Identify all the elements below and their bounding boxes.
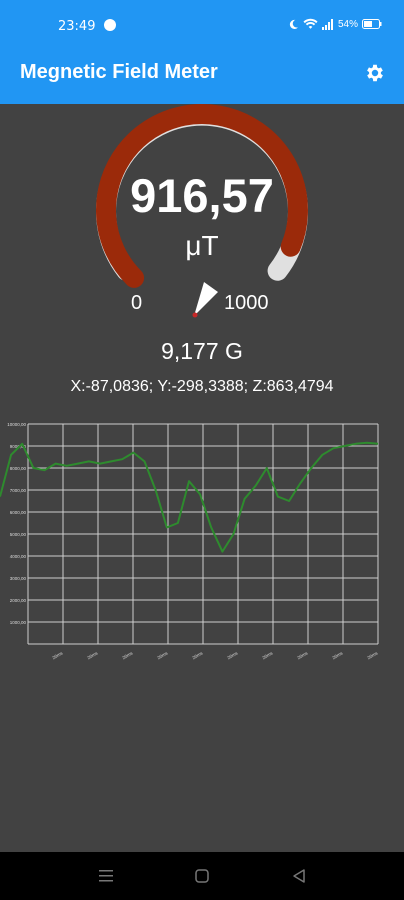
- x-tick-label: 20ms: [226, 650, 239, 660]
- gauss-value: 9,177 G: [161, 338, 243, 364]
- x-tick-label: 20ms: [156, 650, 169, 660]
- y-tick-label: 5000,00: [10, 532, 27, 537]
- home-icon[interactable]: [193, 868, 211, 884]
- y-tick-label: 7000,00: [10, 488, 27, 493]
- y-tick-label: 6000,00: [10, 510, 27, 515]
- x-tick-label: 20ms: [86, 650, 99, 660]
- y-tick-label: 1000,00: [10, 620, 27, 625]
- field-value: 916,57: [130, 169, 274, 222]
- app-title: Megnetic Field Meter: [20, 61, 218, 83]
- gauge-min-label: 0: [131, 292, 143, 314]
- back-icon[interactable]: [290, 868, 308, 884]
- y-tick-label: 4000,00: [10, 554, 27, 559]
- app-notification-icon: [104, 19, 116, 31]
- gauge-needle-tip: [192, 312, 198, 318]
- menu-icon[interactable]: [97, 868, 115, 884]
- field-history-chart: 10000,00 9000,00 8000,00 7000,00 6000,00 5000…: [0, 412, 404, 662]
- x-tick-label: 20ms: [331, 650, 344, 660]
- chart-svg: 10000,009000,008000,007000,006000,005000…: [0, 422, 379, 660]
- series-line: [0, 441, 379, 553]
- gear-icon[interactable]: [364, 62, 386, 84]
- x-tick-label: 20ms: [191, 650, 204, 660]
- signal-icon: [321, 18, 333, 30]
- wifi-icon: [303, 18, 318, 29]
- xyz-values: X:-87,0836; Y:-298,3388; Z:863,4794: [70, 378, 334, 395]
- status-time: 23:49: [58, 19, 96, 34]
- y-tick-label: 3000,00: [10, 576, 27, 581]
- battery-icon: [362, 19, 382, 29]
- y-tick-label: 8000,00: [10, 466, 27, 471]
- x-tick-label: 20ms: [366, 650, 379, 660]
- x-tick-label: 20ms: [121, 650, 134, 660]
- field-unit: μT: [185, 230, 219, 261]
- x-tick-label: 20ms: [261, 650, 274, 660]
- y-tick-label: 2000,00: [10, 598, 27, 603]
- x-tick-label: 20ms: [51, 650, 64, 660]
- y-tick-label: 10000,00: [7, 422, 26, 427]
- gauge-max-label: 1000: [224, 292, 269, 314]
- x-tick-label: 20ms: [296, 650, 309, 660]
- navigation-bar: [0, 852, 404, 900]
- moon-icon: [289, 19, 299, 29]
- status-bar: 23:49 54%: [0, 0, 404, 42]
- app-bar: Megnetic Field Meter: [0, 42, 404, 104]
- battery-percent: 54%: [337, 18, 358, 30]
- status-icons: 54%: [288, 18, 382, 30]
- gauge-needle: [194, 282, 218, 316]
